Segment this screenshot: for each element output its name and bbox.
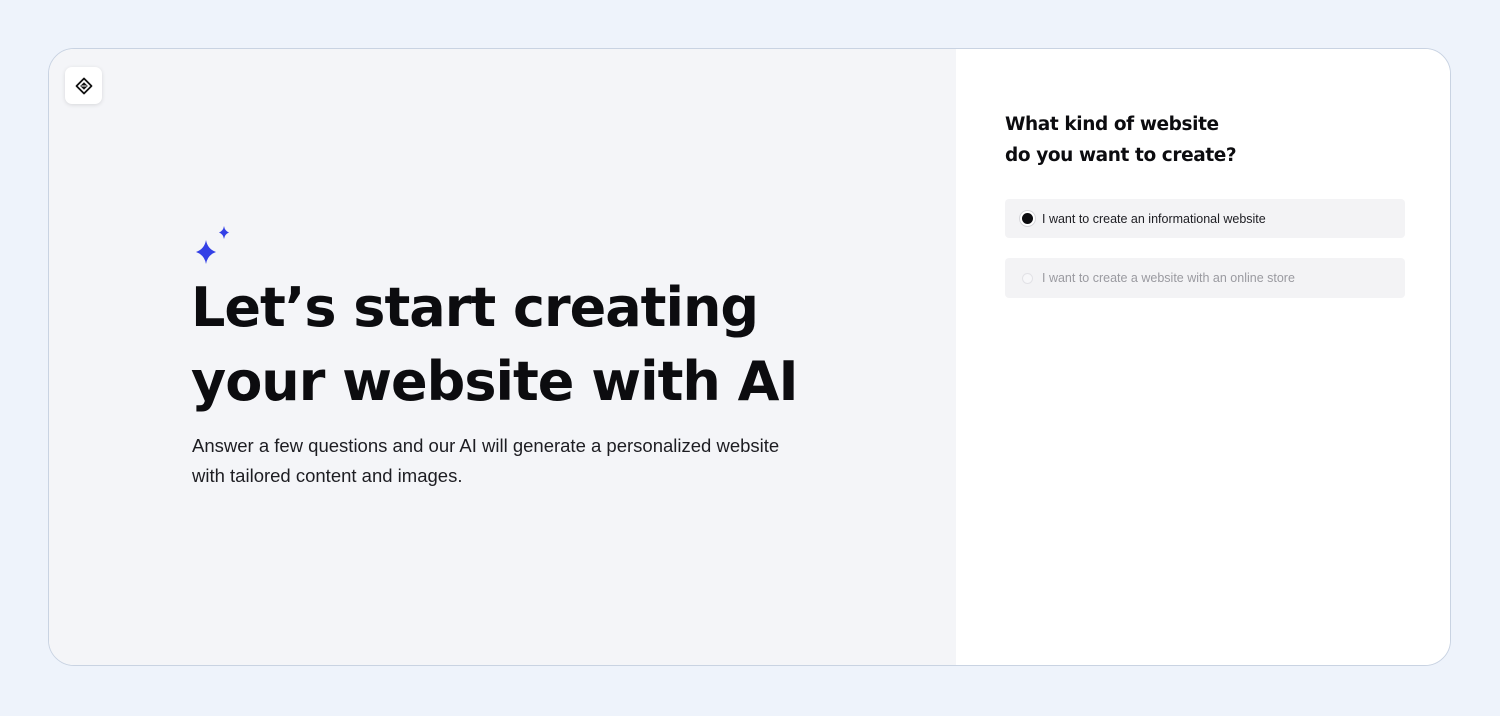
option-online-store-website[interactable]: I want to create a website with an onlin… [1005,258,1405,298]
logo-button[interactable] [65,67,102,104]
question-panel: What kind of website do you want to crea… [956,49,1450,665]
radio-selected-icon[interactable] [1022,213,1033,224]
radio-unselected-icon[interactable] [1022,272,1033,284]
diamond-logo-icon [75,77,92,94]
question-line-1: What kind of website [1005,114,1219,135]
hero-title: Let’s start creating your website with A… [191,271,911,419]
question-line-2: do you want to create? [1005,145,1237,166]
app-window: Let’s start creating your website with A… [48,48,1451,666]
question-title: What kind of website do you want to crea… [1005,109,1237,171]
hero-title-line-2: your website with AI [191,350,799,413]
hero-title-line-1: Let’s start creating [191,276,759,339]
intro-panel: Let’s start creating your website with A… [49,49,956,665]
hero-subtitle-line-2: with tailored content and images. [192,465,463,486]
sparkle-icon [196,226,229,264]
hero-subtitle: Answer a few questions and our AI will g… [192,431,832,491]
option-label: I want to create a website with an onlin… [1042,271,1295,285]
hero-subtitle-line-1: Answer a few questions and our AI will g… [192,435,780,456]
page-background: Let’s start creating your website with A… [0,0,1500,716]
option-label: I want to create an informational websit… [1042,211,1266,226]
option-informational-website[interactable]: I want to create an informational websit… [1005,199,1405,238]
